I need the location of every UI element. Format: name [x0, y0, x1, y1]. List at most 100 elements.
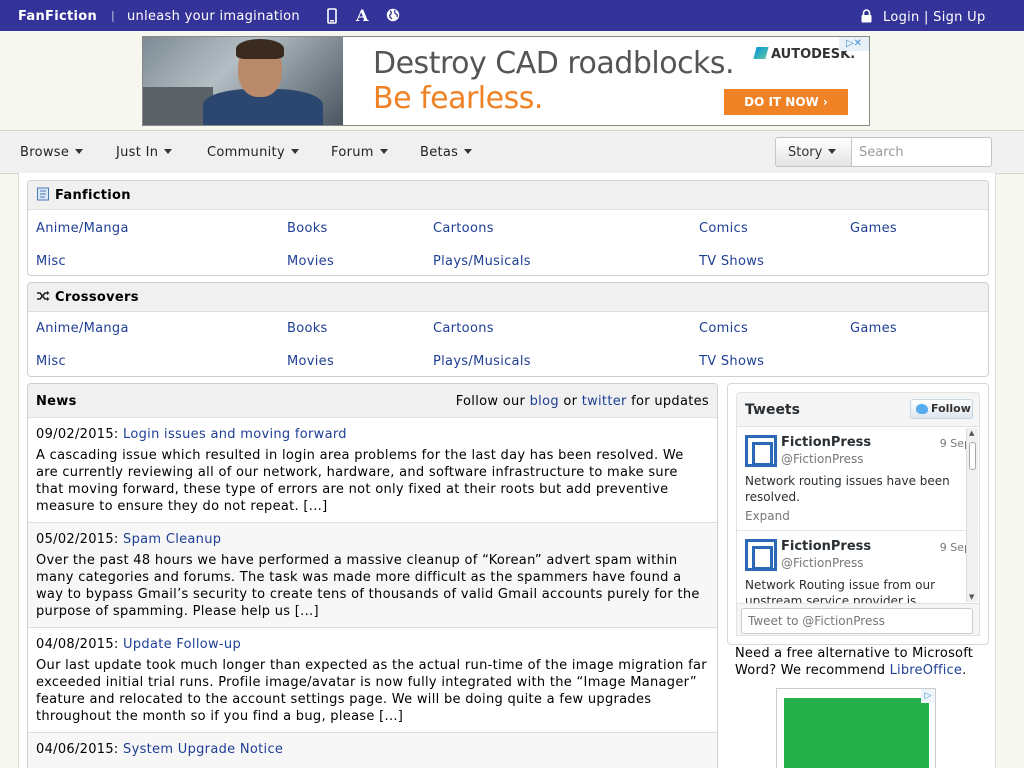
site-logo-link[interactable]: FanFiction [18, 9, 97, 24]
news-item: 04/06/2015: System Upgrade Notice [28, 733, 717, 768]
nav-browse[interactable]: Browse [20, 145, 84, 160]
tweet-author-handle[interactable]: @FictionPress [781, 452, 864, 466]
site-tagline: unleash your imagination [127, 9, 300, 24]
news-title-link[interactable]: Update Follow-up [123, 637, 241, 652]
tweet-text: Network routing issues have been resolve… [745, 474, 950, 504]
globe-icon[interactable] [386, 8, 400, 26]
shuffle-icon [36, 289, 50, 303]
ad-headline: Destroy CAD roadblocks. [373, 46, 735, 81]
search-input[interactable] [851, 137, 992, 167]
tweet-item[interactable]: FictionPress @FictionPress 9 Sep Network… [737, 427, 979, 531]
caret-down-icon [828, 149, 837, 154]
libreoffice-link[interactable]: LibreOffice [890, 663, 963, 678]
twitter-link[interactable]: twitter [582, 394, 627, 409]
scrollbar-thumb[interactable] [969, 442, 976, 470]
news-title-link[interactable]: Login issues and moving forward [123, 427, 347, 442]
tweet-to-input[interactable] [741, 608, 973, 634]
adchoices-icon[interactable]: ▷✕ [839, 37, 869, 51]
side-ad[interactable]: ▷ [776, 688, 936, 768]
news-date: 04/06/2015: [36, 742, 119, 757]
news-body: Over the past 48 hours we have performed… [36, 553, 700, 619]
twitter-follow-button[interactable]: Follow [910, 399, 973, 419]
crossovers-title: Crossovers [55, 290, 139, 305]
news-follow-text: Follow our blog or twitter for updates [455, 394, 709, 409]
crossover-link-comics[interactable]: Comics [699, 321, 748, 336]
avatar[interactable] [745, 435, 777, 467]
news-title-link[interactable]: Spam Cleanup [123, 532, 221, 547]
autodesk-logo-icon [753, 47, 769, 59]
ad-cta-button[interactable]: DO IT NOW › [724, 89, 848, 115]
news-date: 09/02/2015: [36, 427, 119, 442]
fanfiction-link-anime[interactable]: Anime/Manga [36, 221, 129, 236]
tweet-expand-link[interactable]: Expand [745, 509, 790, 523]
side-ad-image[interactable] [784, 698, 929, 768]
fanfiction-link-misc[interactable]: Misc [36, 254, 66, 269]
main-nav: Browse Just In Community Forum Betas Sto… [0, 130, 1024, 174]
fanfiction-link-books[interactable]: Books [287, 221, 328, 236]
tweet-scrollbar[interactable]: ▲ ▼ [966, 428, 978, 602]
news-item: 05/02/2015: Spam Cleanup Over the past 4… [28, 523, 717, 628]
svg-text:A: A [355, 7, 369, 23]
tweet-text: Network Routing issue from our upstream … [745, 578, 936, 604]
tweet-item[interactable]: FictionPress @FictionPress 9 Sep Network… [737, 531, 979, 604]
scroll-down-icon[interactable]: ▼ [969, 593, 974, 601]
fanfiction-link-movies[interactable]: Movies [287, 254, 334, 269]
font-size-icon[interactable]: A [355, 6, 371, 27]
adchoices-icon[interactable]: ▷ [921, 689, 935, 703]
ad-banner[interactable]: Destroy CAD roadblocks. Be fearless. AUT… [142, 36, 870, 126]
ad-subheadline: Be fearless. [373, 81, 543, 116]
search-type-select[interactable]: Story [775, 137, 852, 167]
nav-community[interactable]: Community [207, 145, 299, 160]
login-separator: | [924, 10, 929, 25]
fanfiction-link-games[interactable]: Games [850, 221, 897, 236]
news-body: Our last update took much longer than ex… [36, 658, 707, 724]
tweet-author-name[interactable]: FictionPress [781, 435, 871, 450]
nav-forum[interactable]: Forum [331, 145, 388, 160]
crossover-link-games[interactable]: Games [850, 321, 897, 336]
tweet-reply-bar [736, 604, 980, 636]
crossover-link-tv[interactable]: TV Shows [699, 354, 764, 369]
login-link[interactable]: Login [883, 10, 920, 25]
libreoffice-promo: Need a free alternative to Microsoft Wor… [735, 646, 974, 678]
fanfiction-link-plays[interactable]: Plays/Musicals [433, 254, 531, 269]
twitter-widget: Tweets Follow FictionPress @FictionPress… [727, 383, 989, 645]
signup-link[interactable]: Sign Up [933, 10, 985, 25]
ad-photo [143, 37, 343, 125]
caret-down-icon [164, 149, 173, 154]
crossover-link-misc[interactable]: Misc [36, 354, 66, 369]
news-title: News [36, 394, 77, 409]
news-panel: News Follow our blog or twitter for upda… [27, 383, 718, 768]
lock-icon [861, 9, 872, 27]
fanfiction-link-tv[interactable]: TV Shows [699, 254, 764, 269]
crossover-link-anime[interactable]: Anime/Manga [36, 321, 129, 336]
tweet-author-name[interactable]: FictionPress [781, 539, 871, 554]
crossover-link-movies[interactable]: Movies [287, 354, 334, 369]
tweet-author-handle[interactable]: @FictionPress [781, 556, 864, 570]
nav-just-in[interactable]: Just In [116, 145, 173, 160]
crossover-categories: Crossovers Anime/Manga Books Cartoons Co… [27, 282, 989, 377]
login-area: Login | Sign Up [883, 10, 986, 25]
top-bar: FanFiction | unleash your imagination A … [0, 0, 1024, 31]
caret-down-icon [290, 149, 299, 154]
main-content: Fanfiction Anime/Manga Books Cartoons Co… [18, 173, 996, 768]
news-title-link[interactable]: System Upgrade Notice [123, 742, 283, 757]
tweet-list[interactable]: FictionPress @FictionPress 9 Sep Network… [736, 426, 980, 604]
mobile-icon[interactable] [327, 8, 337, 28]
topbar-separator: | [111, 9, 115, 22]
crossovers-header: Crossovers [28, 283, 988, 312]
news-body: A cascading issue which resulted in logi… [36, 448, 684, 514]
news-item: 04/08/2015: Update Follow-up Our last up… [28, 628, 717, 733]
avatar[interactable] [745, 539, 777, 571]
nav-betas[interactable]: Betas [420, 145, 473, 160]
scroll-up-icon[interactable]: ▲ [969, 429, 974, 437]
fanfiction-link-comics[interactable]: Comics [699, 221, 748, 236]
fanfiction-link-cartoons[interactable]: Cartoons [433, 221, 494, 236]
caret-down-icon [75, 149, 84, 154]
crossover-link-cartoons[interactable]: Cartoons [433, 321, 494, 336]
blog-link[interactable]: blog [530, 394, 559, 409]
crossover-link-books[interactable]: Books [287, 321, 328, 336]
news-date: 05/02/2015: [36, 532, 119, 547]
crossover-link-plays[interactable]: Plays/Musicals [433, 354, 531, 369]
tweets-title: Tweets [745, 402, 800, 418]
twitter-bird-icon [916, 404, 928, 414]
